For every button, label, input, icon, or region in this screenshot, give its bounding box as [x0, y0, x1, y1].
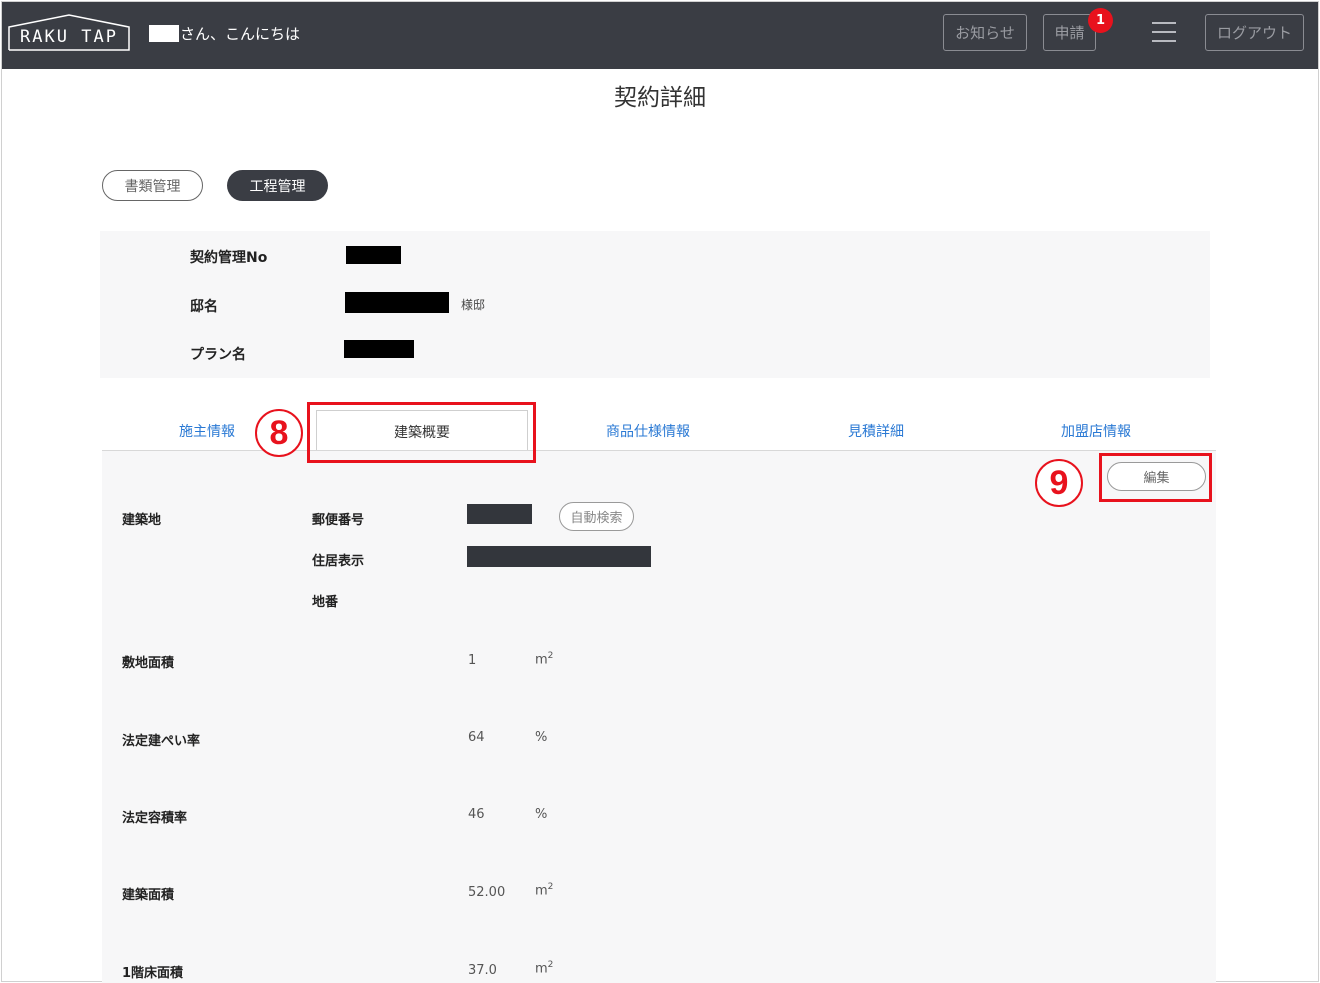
coverage-ratio-value: 64: [468, 730, 485, 745]
address-field[interactable]: [467, 546, 651, 567]
plan-name-redacted: [344, 340, 414, 358]
first-floor-area-unit: m2: [535, 960, 554, 977]
building-area-value: 52.00: [468, 885, 506, 900]
annotation-box-step-9: [1099, 453, 1212, 502]
coverage-ratio-label: 法定建ぺい率: [122, 734, 201, 749]
page-title: 契約詳細: [614, 85, 706, 111]
tab-estimate-detail[interactable]: 見積詳細: [848, 421, 904, 441]
notice-button[interactable]: お知らせ: [943, 14, 1027, 51]
floor-area-ratio-label: 法定容積率: [122, 811, 188, 826]
floor-area-ratio-unit: %: [535, 807, 548, 822]
raku-tap-logo[interactable]: RAKU TAP: [8, 14, 130, 51]
tab-process-management[interactable]: 工程管理: [227, 170, 328, 201]
greeting-text: さん、こんにちは: [180, 25, 301, 43]
coverage-ratio-unit: %: [535, 730, 548, 745]
hamburger-menu-icon[interactable]: [1152, 22, 1176, 44]
logo-text: RAKU TAP: [20, 27, 118, 47]
plan-name-label: プラン名: [190, 347, 246, 363]
tab-dealer-info[interactable]: 加盟店情報: [1061, 421, 1131, 441]
address-label: 住居表示: [312, 554, 365, 569]
postal-code-label: 郵便番号: [312, 513, 365, 528]
building-area-unit: m2: [535, 882, 554, 899]
logout-button[interactable]: ログアウト: [1205, 14, 1304, 51]
building-area-label: 建築面積: [122, 888, 175, 903]
tab-owner-info[interactable]: 施主情報: [179, 421, 235, 441]
contract-no-redacted: [346, 246, 401, 264]
house-name-suffix: 様邸: [461, 298, 486, 312]
first-floor-area-label: 1階床面積: [122, 966, 184, 981]
lot-area-unit: m2: [535, 651, 554, 668]
postal-code-field[interactable]: [467, 504, 532, 524]
annotation-number-8: 8: [255, 409, 303, 457]
lot-area-value: 1: [468, 653, 477, 668]
lot-area-label: 敷地面積: [122, 656, 175, 671]
auto-search-button[interactable]: 自動検索: [559, 502, 634, 531]
floor-area-ratio-value: 46: [468, 807, 485, 822]
annotation-number-9: 9: [1035, 459, 1083, 507]
contract-no-label: 契約管理No: [190, 250, 268, 266]
building-site-label: 建築地: [122, 513, 162, 528]
tab-document-management[interactable]: 書類管理: [102, 170, 203, 201]
house-name-redacted: [345, 292, 449, 313]
building-overview-panel: [102, 451, 1216, 983]
first-floor-area-value: 37.0: [468, 963, 497, 978]
lot-number-label: 地番: [312, 595, 339, 610]
tab-product-spec[interactable]: 商品仕様情報: [606, 421, 690, 441]
apply-count-badge: 1: [1088, 8, 1113, 33]
user-name-redacted: [149, 25, 179, 42]
house-name-label: 邸名: [190, 299, 218, 315]
annotation-box-step-8: [307, 402, 536, 463]
